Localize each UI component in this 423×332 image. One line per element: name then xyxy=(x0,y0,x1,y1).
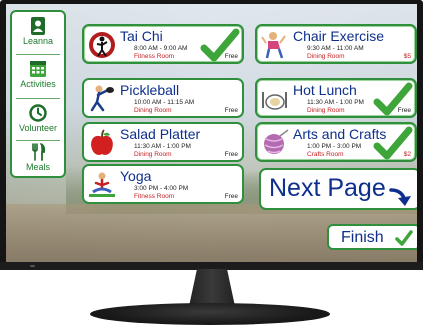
person-badge-icon xyxy=(31,17,45,35)
kiosk-screen: Leanna Activities Volunteer Meals Tai Ch… xyxy=(6,4,417,262)
sidebar-item-volunteer[interactable]: Volunteer xyxy=(12,101,64,141)
hot-lunch-icon xyxy=(262,92,287,110)
chair-exercise-icon xyxy=(261,32,286,59)
activity-card-pickleball[interactable]: Pickleball 10:00 AM - 11:15 AM Dining Ro… xyxy=(82,78,244,118)
power-led xyxy=(30,265,35,267)
activity-card-yoga[interactable]: Yoga 3:00 PM - 4:00 PM Fitness Room Free xyxy=(82,164,244,204)
activity-card-arts-and-crafts[interactable]: Arts and Crafts 1:00 PM - 3:00 PM Crafts… xyxy=(255,122,417,162)
activity-time: 1:00 PM - 3:00 PM xyxy=(307,143,362,150)
activity-card-chair-exercise[interactable]: Chair Exercise 9:30 AM - 11:00 AM Dining… xyxy=(255,24,417,64)
pickleball-icon xyxy=(90,85,114,112)
yarn-icon xyxy=(264,129,289,154)
activity-cost: Free xyxy=(224,107,238,114)
sidebar-item-activities[interactable]: Activities xyxy=(12,57,64,97)
monitor-stand-base xyxy=(90,303,330,325)
activity-name: Pickleball xyxy=(120,82,180,98)
divider xyxy=(16,98,60,99)
sidebar-item-label: Leanna xyxy=(22,36,54,46)
sidebar-item-label: Meals xyxy=(25,162,50,172)
activity-name: Yoga xyxy=(120,168,152,184)
activity-name: Tai Chi xyxy=(120,28,163,44)
activity-name: Hot Lunch xyxy=(293,82,357,98)
sidebar-item-label: Activities xyxy=(20,79,56,89)
monitor-bezel xyxy=(0,262,423,270)
check-icon xyxy=(373,126,413,160)
fork-knife-icon xyxy=(32,143,46,161)
activity-time: 10:00 AM - 11:15 AM xyxy=(134,99,195,106)
activity-location: Dining Room xyxy=(134,107,172,114)
calendar-icon xyxy=(30,61,46,77)
activity-time: 11:30 AM - 1:00 PM xyxy=(307,99,364,106)
activity-location: Crafts Room xyxy=(307,151,344,158)
clock-icon xyxy=(29,104,47,122)
activity-location: Dining Room xyxy=(307,53,345,60)
sidebar-item-label: Volunteer xyxy=(18,123,58,133)
sidebar: Leanna Activities Volunteer Meals xyxy=(10,10,66,178)
activity-cost: $5 xyxy=(403,53,411,60)
activity-time: 8:00 AM - 9:00 AM xyxy=(134,45,188,52)
activity-time: 9:30 AM - 11:00 AM xyxy=(307,45,364,52)
activity-card-salad-platter[interactable]: Salad Platter 11:30 AM - 1:00 PM Dining … xyxy=(82,122,244,162)
activity-location: Fitness Room xyxy=(134,53,175,60)
activity-card-tai-chi[interactable]: Tai Chi 8:00 AM - 9:00 AM Fitness Room F… xyxy=(82,24,244,64)
apple-icon xyxy=(91,129,113,155)
finish-button[interactable]: Finish xyxy=(327,224,417,250)
activity-name: Chair Exercise xyxy=(293,28,385,44)
check-icon xyxy=(200,28,240,62)
next-page-label: Next Page xyxy=(269,174,386,202)
next-page-button[interactable]: Next Page xyxy=(259,168,417,210)
monitor-frame: Leanna Activities Volunteer Meals Tai Ch… xyxy=(0,0,423,270)
sidebar-item-meals[interactable]: Meals xyxy=(12,140,64,180)
activity-cost: Free xyxy=(224,193,238,200)
activity-time: 11:30 AM - 1:00 PM xyxy=(134,143,191,150)
activity-card-hot-lunch[interactable]: Hot Lunch 11:30 AM - 1:00 PM Dining Room… xyxy=(255,78,417,118)
curved-arrow-icon xyxy=(389,188,411,206)
yoga-icon xyxy=(89,172,115,197)
activity-cost: Free xyxy=(224,151,238,158)
divider xyxy=(16,54,60,55)
sidebar-item-leanna[interactable]: Leanna xyxy=(12,14,64,54)
activity-location: Dining Room xyxy=(307,107,345,114)
activity-name: Salad Platter xyxy=(120,126,201,142)
check-icon xyxy=(373,82,413,116)
activity-location: Dining Room xyxy=(134,151,172,158)
tai-chi-icon xyxy=(89,32,115,58)
activity-time: 3:00 PM - 4:00 PM xyxy=(134,185,189,192)
check-icon xyxy=(395,230,413,246)
finish-label: Finish xyxy=(341,229,384,246)
activity-location: Fitness Room xyxy=(134,193,175,200)
